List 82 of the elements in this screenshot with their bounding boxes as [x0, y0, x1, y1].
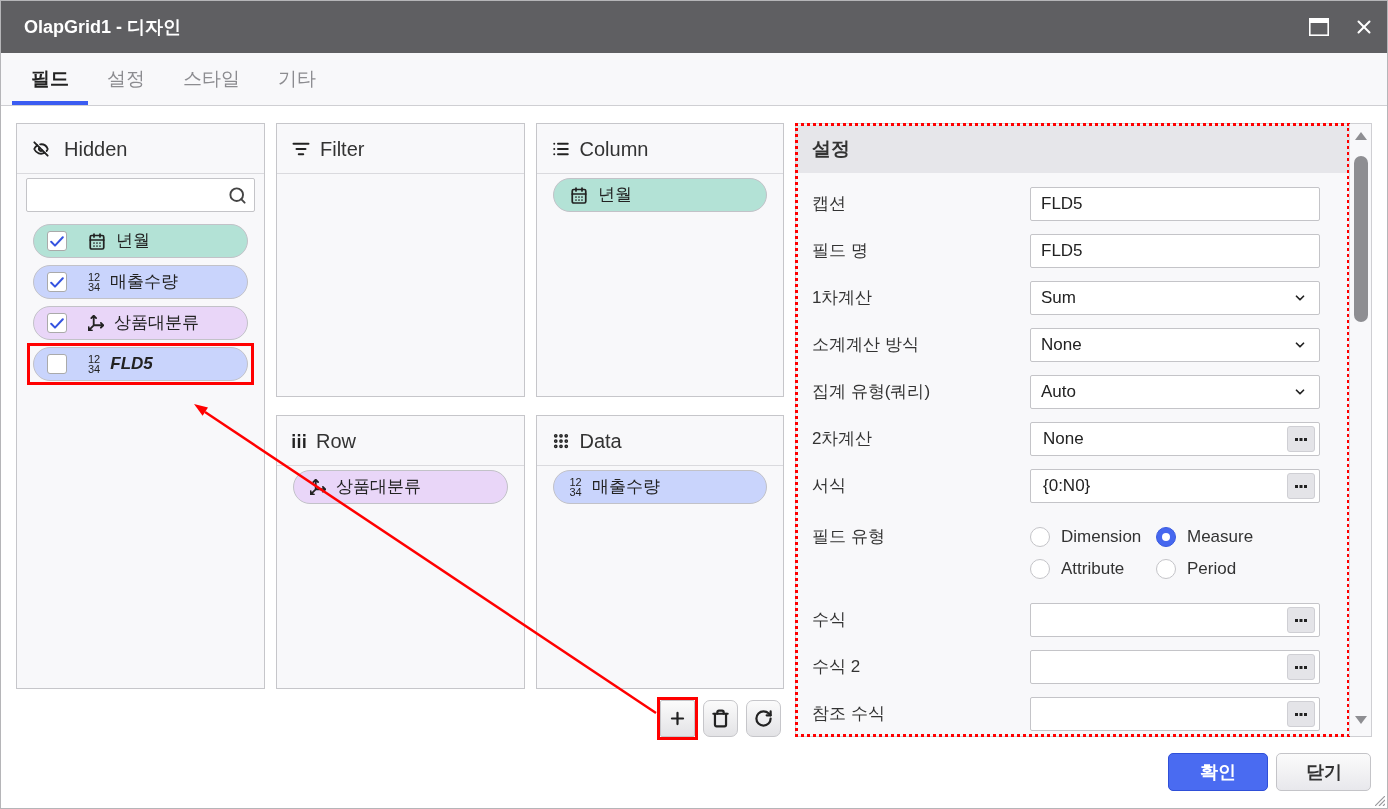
ellipsis-button[interactable]: [1287, 701, 1315, 727]
field-chip[interactable]: 년월: [33, 224, 248, 258]
refresh-button[interactable]: [746, 700, 781, 737]
section-title: 설정: [812, 136, 850, 161]
radio-label: Dimension: [1061, 526, 1142, 549]
radio-label: Measure: [1187, 526, 1254, 549]
checkbox[interactable]: [47, 272, 67, 292]
field-chip[interactable]: 상품대분류: [293, 470, 508, 504]
ellipsis-icon: [1295, 484, 1307, 488]
radio-button[interactable]: [1156, 559, 1176, 579]
trash-icon: [711, 709, 730, 728]
window-title: OlapGrid1 - 디자인: [24, 15, 183, 39]
search-icon: [228, 185, 247, 205]
maximize-icon[interactable]: [1309, 18, 1329, 36]
number-type-glyph: 12 34: [88, 354, 101, 374]
number-type-glyph: 12 34: [88, 272, 101, 292]
scroll-up-icon[interactable]: [1354, 132, 1367, 140]
checkbox[interactable]: [47, 354, 67, 374]
dot-grid-icon: [551, 431, 570, 450]
input-field[interactable]: None: [1030, 422, 1320, 456]
input-field[interactable]: [1030, 603, 1320, 637]
ellipsis-icon: [1295, 665, 1307, 669]
calendar-icon: [88, 231, 106, 251]
text-field[interactable]: FLD5: [1030, 187, 1320, 221]
check-icon: [50, 276, 64, 288]
input-field[interactable]: [1030, 650, 1320, 684]
property-label: 수식 2: [812, 656, 862, 678]
checkbox[interactable]: [47, 231, 67, 251]
eye-slash-icon: [33, 140, 49, 157]
plus-icon: [668, 709, 687, 728]
tab[interactable]: 필드: [12, 53, 88, 105]
radio-label: Period: [1187, 558, 1237, 581]
property-label: 캡션: [812, 193, 847, 215]
field-chip[interactable]: 년월: [552, 178, 767, 212]
check-icon: [50, 235, 64, 247]
delete-button[interactable]: [703, 700, 738, 737]
zone-title: Column: [579, 136, 649, 162]
panel-title: Hidden: [64, 136, 128, 162]
zone-title: Filter: [320, 136, 365, 162]
dialog-button[interactable]: 닫기: [1276, 753, 1371, 791]
radio-button[interactable]: [1030, 527, 1050, 547]
check-icon: [50, 317, 64, 329]
property-label: 필드 명: [812, 240, 869, 262]
property-label: 필드 유형: [812, 526, 886, 548]
dropdown[interactable]: None: [1030, 328, 1320, 362]
ellipsis-button[interactable]: [1287, 607, 1315, 633]
property-label: 참조 수식: [812, 703, 886, 725]
ellipsis-button[interactable]: [1287, 473, 1315, 499]
zone-title: Data: [579, 428, 622, 454]
dropdown[interactable]: Auto: [1030, 375, 1320, 409]
input-field[interactable]: [1030, 697, 1320, 731]
number-type-glyph: 12 34: [569, 477, 582, 497]
field-chip[interactable]: 상품대분류: [33, 306, 248, 340]
property-label: 서식: [812, 475, 847, 497]
zone-title: Row: [316, 428, 356, 454]
bars-icon: [292, 433, 306, 448]
property-label: 수식: [812, 609, 847, 631]
ellipsis-icon: [1295, 712, 1307, 716]
property-label: 1차계산: [812, 287, 874, 309]
checkbox[interactable]: [47, 313, 67, 333]
axes-icon: [310, 479, 326, 495]
property-label: 2차계산: [812, 428, 874, 450]
resize-grip-icon[interactable]: [1375, 796, 1385, 806]
scrollbar-thumb[interactable]: [1353, 156, 1368, 322]
dropdown[interactable]: Sum: [1030, 281, 1320, 315]
axes-icon: [88, 315, 104, 331]
radio-button[interactable]: [1156, 527, 1176, 547]
search-field[interactable]: [26, 178, 255, 212]
refresh-icon: [754, 709, 773, 728]
text-field[interactable]: FLD5: [1030, 234, 1320, 268]
input-field[interactable]: {0:N0}: [1030, 469, 1320, 503]
property-label: 집계 유형(쿼리): [812, 381, 932, 403]
ellipsis-icon: [1295, 437, 1307, 441]
scroll-down-icon[interactable]: [1354, 716, 1367, 724]
radio-label: Attribute: [1061, 558, 1125, 581]
radio-button[interactable]: [1030, 559, 1050, 579]
property-label: 소계계산 방식: [812, 334, 920, 356]
calendar-icon: [569, 185, 588, 205]
ellipsis-button[interactable]: [1287, 654, 1315, 680]
dialog-button[interactable]: 확인: [1168, 753, 1268, 791]
ellipsis-icon: [1295, 618, 1307, 622]
ellipsis-button[interactable]: [1287, 426, 1315, 452]
